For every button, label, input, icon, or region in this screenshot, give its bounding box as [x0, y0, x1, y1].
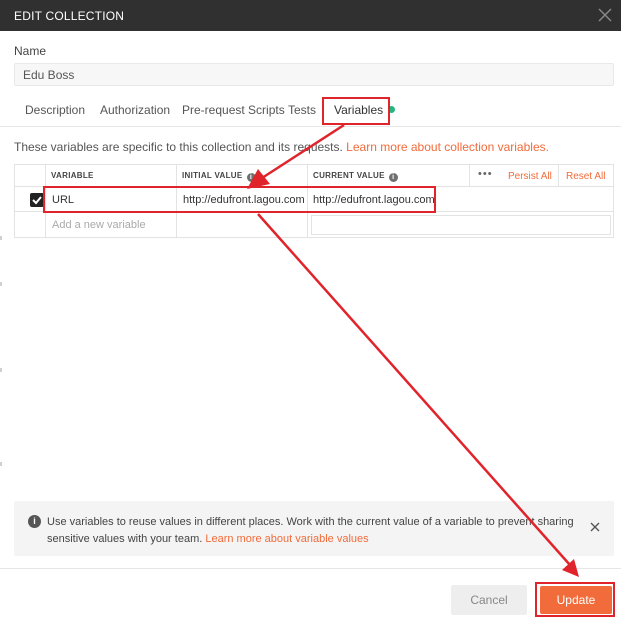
- edge-marker: [0, 368, 2, 372]
- tabs-divider: [0, 126, 621, 127]
- column-header-variable: VARIABLE: [51, 171, 94, 180]
- modal-header: EDIT COLLECTION: [0, 0, 621, 31]
- tab-variables-label: Variables: [334, 103, 384, 117]
- tab-description[interactable]: Description: [25, 103, 85, 117]
- update-button[interactable]: Update: [540, 586, 612, 614]
- column-header-current-value: CURRENT VALUE i: [313, 171, 398, 182]
- variables-notice: i Use variables to reuse values in diffe…: [14, 501, 614, 556]
- table-header: VARIABLE INITIAL VALUE i CURRENT VALUE i •…: [15, 165, 613, 187]
- initial-value-label: INITIAL VALUE: [182, 171, 243, 180]
- tab-pre-request-scripts[interactable]: Pre-request Scripts: [182, 103, 285, 117]
- new-variable-input[interactable]: Add a new variable: [52, 219, 146, 231]
- current-value-label: CURRENT VALUE: [313, 171, 385, 180]
- column-divider: [469, 165, 470, 187]
- close-icon[interactable]: [594, 4, 616, 26]
- table-row: URL http://edufront.lagou.com http://edu…: [15, 187, 613, 212]
- collection-name-input[interactable]: Edu Boss: [14, 63, 614, 86]
- persist-all-button[interactable]: Persist All: [508, 171, 552, 182]
- collection-variables-link[interactable]: Learn more about collection variables.: [346, 140, 549, 154]
- more-options-icon[interactable]: •••: [478, 168, 493, 180]
- current-value-cell[interactable]: http://edufront.lagou.com: [313, 194, 435, 206]
- info-icon[interactable]: i: [388, 173, 398, 182]
- tab-variables[interactable]: Variables: [334, 103, 396, 117]
- column-header-initial-value: INITIAL VALUE i: [182, 171, 256, 182]
- column-divider: [558, 165, 559, 187]
- edge-marker: [0, 462, 2, 466]
- reset-all-button[interactable]: Reset All: [566, 171, 605, 182]
- info-icon[interactable]: i: [246, 173, 256, 182]
- close-icon[interactable]: [589, 521, 601, 533]
- active-status-dot: [388, 106, 396, 113]
- info-icon: i: [28, 515, 41, 528]
- tab-tests[interactable]: Tests: [288, 103, 316, 117]
- notice-text: Use variables to reuse values in differe…: [47, 514, 577, 548]
- variable-name-cell[interactable]: URL: [52, 194, 74, 206]
- initial-value-cell[interactable]: http://edufront.lagou.com: [183, 194, 305, 206]
- variables-info-text: These variables are specific to this col…: [14, 140, 343, 154]
- name-label: Name: [14, 44, 47, 58]
- variables-table: VARIABLE INITIAL VALUE i CURRENT VALUE i •…: [14, 164, 614, 238]
- footer-divider: [0, 568, 621, 569]
- modal-title: EDIT COLLECTION: [14, 9, 125, 23]
- active-tab-underline: [327, 123, 389, 125]
- edge-marker: [0, 236, 2, 240]
- edge-marker: [0, 282, 2, 286]
- new-current-value-input[interactable]: [311, 215, 611, 235]
- cancel-button[interactable]: Cancel: [451, 585, 527, 615]
- tab-authorization[interactable]: Authorization: [100, 103, 170, 117]
- variable-values-link[interactable]: Learn more about variable values: [205, 533, 368, 545]
- variables-info-line: These variables are specific to this col…: [14, 140, 549, 154]
- row-enabled-checkbox[interactable]: [30, 193, 44, 207]
